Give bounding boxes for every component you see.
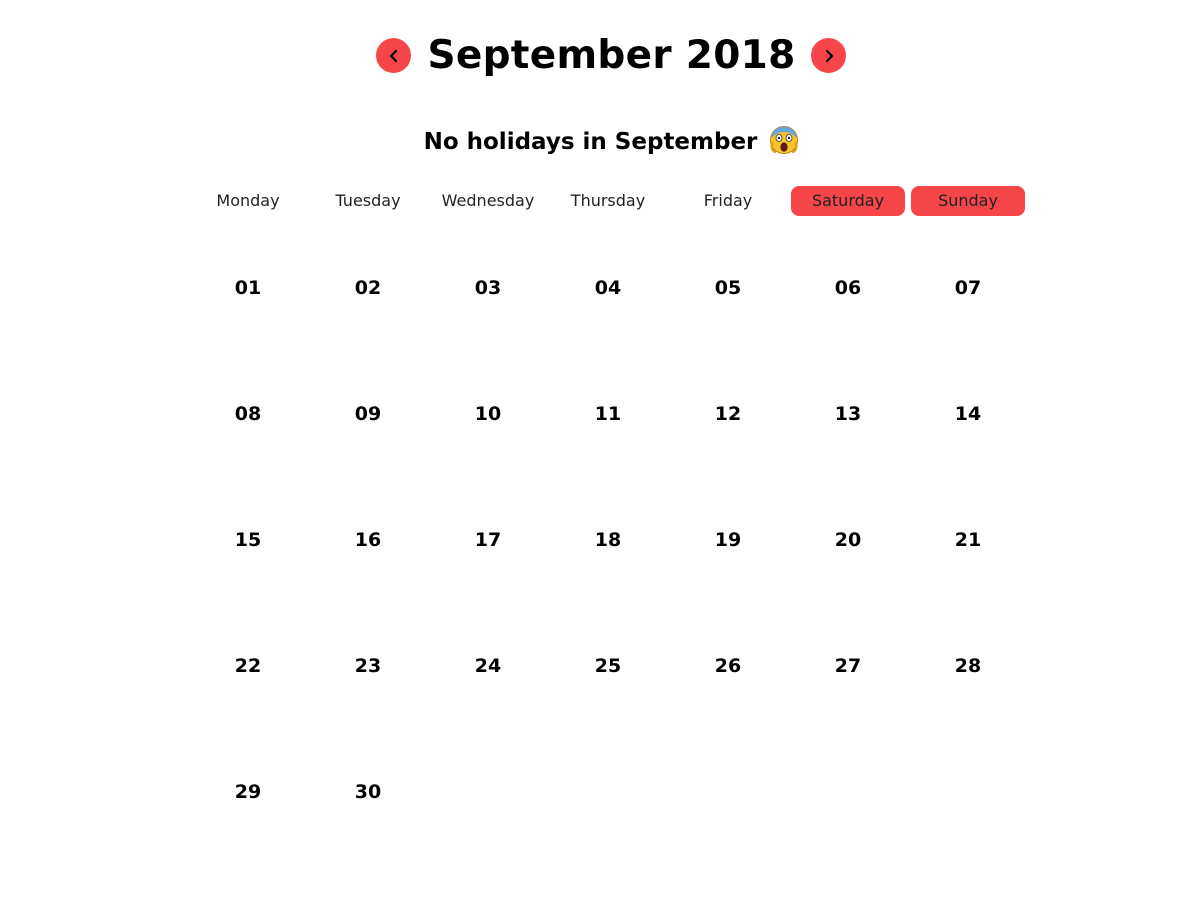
day-cell[interactable]: 06 [791, 256, 905, 382]
screaming-face-icon [770, 126, 799, 154]
day-cell[interactable]: 28 [911, 634, 1025, 760]
calendar-page: September 2018 No holidays in September … [0, 0, 1203, 922]
day-cell[interactable]: 13 [791, 382, 905, 508]
day-cell[interactable]: 29 [191, 760, 305, 886]
day-cell[interactable]: 03 [431, 256, 545, 382]
day-cell[interactable]: 20 [791, 508, 905, 634]
day-grid: 01 02 03 04 05 06 07 08 09 10 11 12 13 14 15 16 17 18 19 20… [191, 256, 1031, 886]
holiday-note-text: No holidays in September [423, 129, 758, 155]
day-cell[interactable]: 14 [911, 382, 1025, 508]
day-cell[interactable]: 09 [311, 382, 425, 508]
weekday-header-row: Monday Tuesday Wednesday Thursday Friday Satu… [191, 186, 1031, 216]
day-cell[interactable]: 22 [191, 634, 305, 760]
empty-day-cell [791, 760, 905, 886]
day-cell[interactable]: 15 [191, 508, 305, 634]
day-cell[interactable]: 18 [551, 508, 665, 634]
calendar-header: September 2018 [0, 26, 1203, 86]
empty-day-cell [671, 760, 785, 886]
day-cell[interactable]: 01 [191, 256, 305, 382]
day-cell[interactable]: 05 [671, 256, 785, 382]
empty-day-cell [911, 760, 1025, 886]
day-cell[interactable]: 02 [311, 256, 425, 382]
day-cell[interactable]: 11 [551, 382, 665, 508]
day-cell[interactable]: 19 [671, 508, 785, 634]
next-month-button[interactable] [811, 38, 846, 73]
day-cell[interactable]: 07 [911, 256, 1025, 382]
day-cell[interactable]: 25 [551, 634, 665, 760]
day-cell[interactable]: 12 [671, 382, 785, 508]
weekday-sunday: Sunday [911, 186, 1025, 216]
day-cell[interactable]: 23 [311, 634, 425, 760]
day-cell[interactable]: 16 [311, 508, 425, 634]
day-cell[interactable]: 08 [191, 382, 305, 508]
day-cell[interactable]: 10 [431, 382, 545, 508]
weekday-monday: Monday [216, 191, 280, 210]
weekday-thursday: Thursday [570, 191, 646, 210]
day-cell[interactable]: 24 [431, 634, 545, 760]
day-cell[interactable]: 27 [791, 634, 905, 760]
weekday-saturday: Saturday [791, 186, 905, 216]
day-cell[interactable]: 17 [431, 508, 545, 634]
day-cell[interactable]: 26 [671, 634, 785, 760]
empty-day-cell [431, 760, 545, 886]
weekday-tuesday: Tuesday [335, 191, 401, 210]
weekday-wednesday: Wednesday [441, 191, 535, 210]
day-cell[interactable]: 30 [311, 760, 425, 886]
month-title: September 2018 [427, 33, 796, 78]
empty-day-cell [551, 760, 665, 886]
day-cell[interactable]: 21 [911, 508, 1025, 634]
day-cell[interactable]: 04 [551, 256, 665, 382]
chevron-right-icon [825, 49, 833, 62]
weekday-friday: Friday [703, 191, 753, 210]
holiday-note: No holidays in September [0, 124, 1203, 160]
